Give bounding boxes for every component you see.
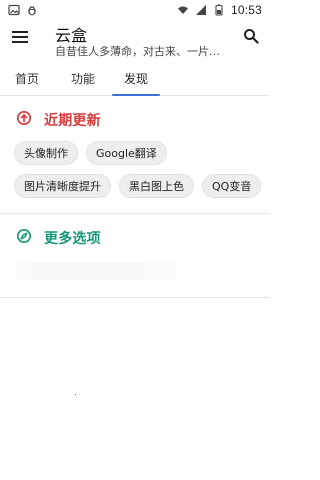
more-options-header: 更多选项: [16, 228, 101, 248]
stray-pixel: [75, 394, 76, 395]
chip-google-translate[interactable]: Google翻译: [86, 141, 167, 165]
tab-home[interactable]: 首页: [0, 62, 54, 95]
app-bar: 云盒 自昔佳人多薄命，对古来、一片伤…: [0, 20, 270, 58]
app-screen: 10:53 云盒 自昔佳人多薄命，对古来、一片伤… 首页 功能 发现 近期更新 …: [0, 0, 270, 480]
image-icon: [8, 4, 20, 16]
status-right: 10:53: [177, 3, 262, 17]
arrow-up-circle-icon: [16, 110, 32, 130]
more-options-placeholder: [16, 262, 176, 280]
bug-icon: [26, 4, 38, 16]
recent-updates-title: 近期更新: [44, 113, 101, 129]
chip-row-1: 头像制作 Google翻译: [14, 141, 260, 165]
tab-bar: 首页 功能 发现: [0, 62, 270, 96]
signal-icon: [195, 4, 207, 16]
search-icon: [243, 28, 259, 48]
status-bar: 10:53: [0, 0, 270, 20]
recent-updates-chips: 头像制作 Google翻译 图片清晰度提升 黑白图上色 QQ变音: [14, 141, 262, 207]
search-button[interactable]: [242, 29, 260, 47]
app-subtitle: 自昔佳人多薄命，对古来、一片伤…: [55, 45, 225, 58]
menu-icon: [11, 29, 29, 48]
chip-avatar-maker[interactable]: 头像制作: [14, 141, 78, 165]
more-options-title: 更多选项: [44, 231, 101, 247]
chip-image-enhance[interactable]: 图片清晰度提升: [14, 174, 111, 198]
status-left: [8, 4, 38, 16]
tab-discover-label: 发现: [123, 72, 148, 86]
more-options-section: 更多选项: [0, 214, 270, 298]
tab-features-label: 功能: [70, 72, 95, 86]
chip-row-2: 图片清晰度提升 黑白图上色 QQ变音: [14, 174, 262, 198]
chip-colorize[interactable]: 黑白图上色: [119, 174, 194, 198]
tab-features[interactable]: 功能: [54, 62, 112, 95]
tab-home-label: 首页: [14, 72, 39, 86]
wifi-icon: [177, 4, 189, 16]
menu-button[interactable]: [10, 28, 30, 48]
compass-icon: [16, 228, 32, 248]
battery-icon: [213, 4, 225, 16]
recent-updates-section: 近期更新 头像制作 Google翻译 图片清晰度提升 黑白图上色 QQ变音: [0, 96, 270, 214]
tab-discover[interactable]: 发现: [112, 62, 160, 96]
status-time: 10:53: [230, 3, 262, 17]
chip-qq-voice[interactable]: QQ变音: [202, 174, 262, 198]
recent-updates-header: 近期更新: [16, 110, 101, 130]
